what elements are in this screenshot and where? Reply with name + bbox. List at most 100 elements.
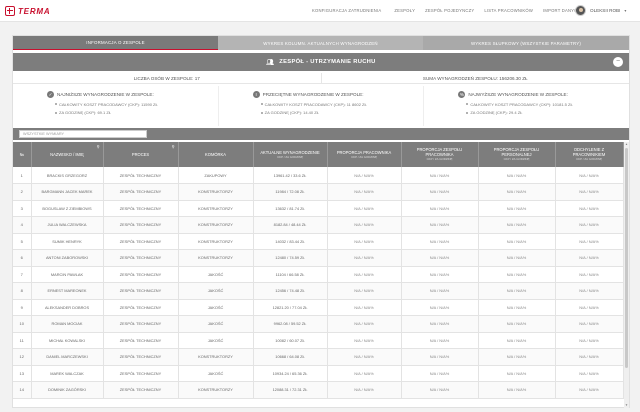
nav-item-zespoly[interactable]: ZESPOŁY: [394, 8, 415, 13]
table-cell: ZESPÓŁ TECHNICZNY: [103, 365, 179, 382]
table-row[interactable]: 13 MAREK WALCZAK ZESPÓŁ TECHNICZNY JAKOŚĆ 10…: [13, 365, 624, 382]
column-header[interactable]: PROPORCJA PRACOWNIKA CKP / ZA GODZINĘ: [327, 142, 402, 167]
table-row[interactable]: 10 ROMAN MOCIAK ZESPÓŁ TECHNICZNY JAKOŚĆ 996…: [13, 315, 624, 333]
dimension-filter-input[interactable]: WSZYSTKIE WYMIARY: [19, 130, 147, 138]
table-cell: N/A / N/A%: [327, 233, 402, 250]
tab-salary-chart[interactable]: WYKRES KOLUMN. AKTUALNYCH WYNAGRODZEŃ: [218, 36, 423, 50]
table-row[interactable]: 14 DOMINIK ZAGÓRSKI ZESPÓŁ TECHNICZNY KONST…: [13, 381, 624, 399]
table-cell: ZESPÓŁ TECHNICZNY: [103, 183, 179, 201]
table-row[interactable]: 12 DANIEL MARCZEWSKI ZESPÓŁ TECHNICZNY KONS…: [13, 348, 624, 366]
collapse-button[interactable]: −: [613, 57, 623, 67]
column-header[interactable]: NAZWISKO / IMIĘ ⚲: [31, 142, 104, 167]
table-cell: ZESPÓŁ TECHNICZNY: [103, 167, 179, 184]
column-header-sublabel: CKP / ZA GODZINĘ: [351, 154, 377, 159]
average-salary-hourly: ZA GODZINĘ (CKP): 14.40 ZŁ: [261, 110, 424, 115]
table-cell: 10: [13, 315, 32, 333]
column-header[interactable]: AKTUALNE WYNAGRODZENIE CKP / ZA GODZINĘ: [253, 142, 328, 167]
table-row[interactable]: 2 BARGMANN JACEK MAREK ZESPÓŁ TECHNICZNY KO…: [13, 183, 624, 201]
table-cell: N/A / N/A%: [401, 249, 479, 267]
tab-team-info[interactable]: INFORMACJA O ZESPOLE: [13, 36, 218, 50]
highest-salary-ckp: CAŁKOWITY KOSZT PRACODAWCY (CKP): 10181.…: [466, 102, 629, 107]
table-cell: 10668 / 64.08 ZŁ: [253, 348, 328, 366]
table-cell: N/A / N/A%: [478, 381, 556, 399]
table-cell: N/A / N/A%: [327, 348, 402, 366]
table-cell: JAKOŚĆ: [178, 315, 254, 333]
nav-item-lista-pracownikow[interactable]: LISTA PRACOWNIKÓW: [484, 8, 533, 13]
column-header[interactable]: PROPORCJA ZESPOŁU PERSONALNEJ CKP / ZA GO…: [478, 142, 556, 167]
scroll-up-arrow-icon[interactable]: ▲: [624, 142, 629, 147]
table-cell: N/A / N/A%: [478, 167, 556, 184]
table-cell: KONSTRUKTORZY: [178, 183, 254, 201]
tab-bar-chart-all[interactable]: WYKRES SŁUPKOWY (WSZYSTKIE PARAMETRY): [423, 36, 629, 50]
table-cell: N/A / N/A%: [478, 183, 556, 201]
table-row[interactable]: 7 MARCIN PAWLAK ZESPÓŁ TECHNICZNY JAKOŚĆ 111…: [13, 266, 624, 283]
team-header: 👥︎ ZESPÓŁ - UTRZYMANIE RUCHU −: [13, 53, 629, 71]
team-title: ZESPÓŁ - UTRZYMANIE RUCHU: [279, 59, 376, 65]
table-row[interactable]: 6 ANTONI ZABOROWSKI ZESPÓŁ TECHNICZNY KONST…: [13, 249, 624, 267]
highest-salary-title: NAJWYŻSZE WYNAGRODZENIE W ZESPOLE:: [468, 92, 568, 97]
table-row[interactable]: 4 JULIA WALCZEWSKA ZESPÓŁ TECHNICZNY KONSTR…: [13, 216, 624, 234]
avatar: [575, 5, 586, 16]
table-cell: N/A / N/A%: [401, 299, 479, 316]
table-cell: 8182.84 / 48.44 ZŁ: [253, 216, 328, 234]
table-cell: 8: [13, 282, 32, 300]
table-cell: N/A / N/A%: [478, 200, 556, 217]
table-cell: N/A / N/A%: [555, 266, 624, 283]
info-icon: i: [252, 91, 260, 98]
user-menu[interactable]: OLEKSII ROBI ▾: [575, 5, 626, 16]
column-header-sublabel: CKP / ZA GODZINĘ: [503, 157, 530, 161]
table-cell: KONSTRUKTORZY: [178, 216, 254, 234]
scroll-thumb[interactable]: [625, 148, 628, 368]
main-nav: KONFIGURACJA ZATRUDNIENIA ZESPOŁY ZESPÓŁ…: [312, 8, 591, 13]
table-cell: N/A / N/A%: [555, 365, 624, 382]
table-cell: N/A / N/A%: [327, 332, 402, 349]
table-cell: SUMIK HENRYK: [31, 233, 104, 250]
table-cell: N/A / N/A%: [327, 282, 402, 300]
team-title-wrap: 👥︎ ZESPÓŁ - UTRZYMANIE RUCHU: [266, 59, 375, 66]
table-cell: MARCIN PAWLAK: [31, 266, 104, 283]
table-cell: N/A / N/A%: [555, 233, 624, 250]
average-salary-ckp: CAŁKOWITY KOSZT PRACODAWCY (CKP): 11 860…: [261, 102, 424, 107]
table-cell: N/A / N/A%: [555, 183, 624, 201]
average-salary-box: i PRZECIĘTNE WYNAGRODZENIE W ZESPOLE: CA…: [217, 86, 424, 126]
nav-item-zespol-pojedynczy[interactable]: ZESPÓŁ POJEDYNCZY: [425, 8, 474, 13]
scrollbar[interactable]: ▲ ▼: [624, 142, 629, 408]
table-row[interactable]: 3 BOGUSLAW Z ZIEMBIOWS ZESPÓŁ TECHNICZNY KO…: [13, 200, 624, 217]
team-card: INFORMACJA O ZESPOLE WYKRES KOLUMN. AKTU…: [12, 35, 630, 408]
table-row[interactable]: 11 MICHAŁ KOWALSKI ZESPÓŁ TECHNICZNY JAKOŚĆ…: [13, 332, 624, 349]
app-logo[interactable]: TERMA: [5, 6, 50, 16]
team-stats: LICZBA OSÓB W ZESPOLE: 17 SUMA WYNAGRODZ…: [13, 73, 629, 84]
table-cell: ZAKUPOWY: [178, 167, 254, 184]
filter-icon[interactable]: ⚲: [172, 144, 175, 149]
table-cell: JAKOŚĆ: [178, 299, 254, 316]
filter-bar: WSZYSTKIE WYMIARY: [13, 128, 629, 140]
column-header-label: PROPORCJA ZESPOŁU PERSONALNEJ: [493, 147, 540, 157]
table-row[interactable]: 1 BRACKIS GRZEGORZ ZESPÓŁ TECHNICZNY ZAKUPO…: [13, 167, 624, 184]
table-cell: 10082 / 60.07 ZŁ: [253, 332, 328, 349]
column-header[interactable]: №: [13, 142, 32, 167]
table-cell: MAREK WALCZAK: [31, 365, 104, 382]
column-header[interactable]: ODCHYLENIE Z PRACOWNIKIEM CKP / ZA GODZIN…: [555, 142, 624, 167]
table-cell: 2: [13, 183, 32, 201]
table-cell: ZESPÓŁ TECHNICZNY: [103, 249, 179, 267]
table-cell: N/A / N/A%: [478, 315, 556, 333]
table-cell: N/A / N/A%: [401, 365, 479, 382]
column-header[interactable]: PROCES ⚲: [103, 142, 179, 167]
column-header-label: №: [19, 152, 24, 157]
table-cell: ANTONI ZABOROWSKI: [31, 249, 104, 267]
table-cell: N/A / N/A%: [401, 233, 479, 250]
lowest-salary-ckp: CAŁKOWITY KOSZT PRACODAWCY (CKP): 11590 …: [55, 102, 218, 107]
column-header[interactable]: KOMÓRKA: [178, 142, 254, 167]
table-cell: ZESPÓŁ TECHNICZNY: [103, 266, 179, 283]
column-header[interactable]: PROPORCJA ZESPOŁU PRACOWNIKA CKP / ZA GOD…: [401, 142, 479, 167]
table-cell: N/A / N/A%: [327, 299, 402, 316]
table-row[interactable]: 9 ALEKSANDER DOBROS ZESPÓŁ TECHNICZNY JAKOŚ…: [13, 299, 624, 316]
table-cell: N/A / N/A%: [555, 332, 624, 349]
table-row[interactable]: 8 ERNEST MAREONEK ZESPÓŁ TECHNICZNY JAKOŚĆ 1…: [13, 282, 624, 300]
scroll-down-arrow-icon[interactable]: ▼: [624, 403, 629, 408]
nav-item-konfiguracja[interactable]: KONFIGURACJA ZATRUDNIENIA: [312, 8, 381, 13]
table-cell: ALEKSANDER DOBROS: [31, 299, 104, 316]
table-row[interactable]: 5 SUMIK HENRYK ZESPÓŁ TECHNICZNY KONSTRUKTO…: [13, 233, 624, 250]
filter-icon[interactable]: ⚲: [97, 144, 100, 149]
table-cell: N/A / N/A%: [555, 249, 624, 267]
